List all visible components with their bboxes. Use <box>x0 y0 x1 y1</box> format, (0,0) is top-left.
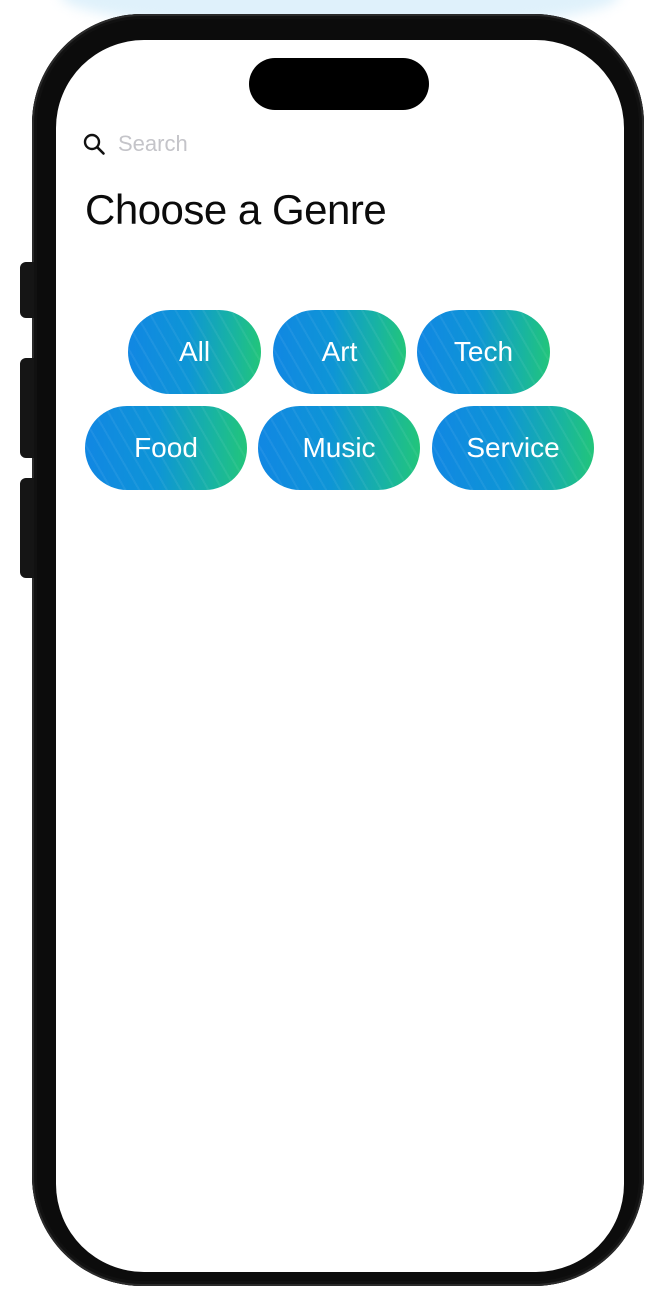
page-title: Choose a Genre <box>85 186 387 233</box>
silent-switch <box>20 262 34 318</box>
genre-button-music[interactable]: Music <box>258 406 420 490</box>
genre-label: Tech <box>453 336 514 367</box>
genre-label: Service <box>466 432 560 463</box>
search-input[interactable] <box>118 131 358 157</box>
genre-button-all[interactable]: All <box>128 310 261 394</box>
genre-button-food[interactable]: Food <box>85 406 247 490</box>
genre-label: Food <box>134 432 198 463</box>
genre-label: Music <box>302 432 376 463</box>
genre-label: All <box>178 336 211 367</box>
phone-screen: Choose a Genre All Art Tech Food Music S… <box>56 40 624 1272</box>
genre-button-service[interactable]: Service <box>432 406 594 490</box>
genre-button-tech[interactable]: Tech <box>417 310 550 394</box>
genre-label: Art <box>321 336 358 367</box>
search-bar[interactable] <box>82 128 382 160</box>
search-icon <box>82 132 106 156</box>
volume-down-button <box>20 478 34 578</box>
app-canvas: Choose a Genre All Art Tech Food Music S… <box>0 0 647 1289</box>
dynamic-island <box>249 58 429 110</box>
genre-button-art[interactable]: Art <box>273 310 406 394</box>
volume-up-button <box>20 358 34 458</box>
